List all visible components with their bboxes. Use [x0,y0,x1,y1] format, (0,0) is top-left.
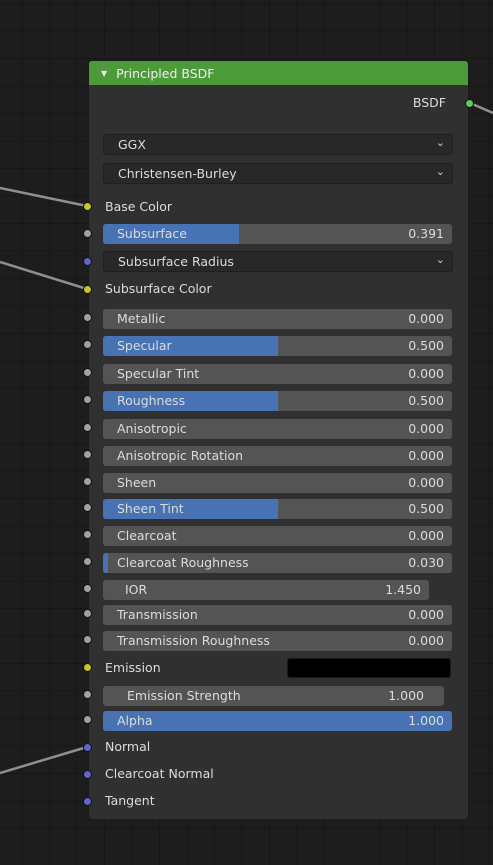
sheen-slider[interactable]: Sheen 0.000 [103,473,452,493]
slider-label: Specular [117,338,172,353]
node-header[interactable]: ▼ Principled BSDF [89,61,468,85]
chevron-down-icon: ⌄ [435,253,445,266]
slider-value: 0.000 [408,311,444,326]
wire-subsurface-color [0,260,88,291]
transmission-socket[interactable] [83,609,92,618]
ior-socket[interactable] [83,584,92,593]
slider-fill [103,553,109,573]
subsurface-color-socket[interactable] [83,285,92,294]
slider-value: 0.391 [408,226,444,241]
clearcoat-normal-label: Clearcoat Normal [105,766,214,781]
slider-value: 0.500 [408,501,444,516]
subsurface-socket[interactable] [83,229,92,238]
roughness-socket[interactable] [83,395,92,404]
anisotropic-slider[interactable]: Anisotropic 0.000 [103,419,452,439]
transmission-roughness-socket[interactable] [83,635,92,644]
chevron-down-icon: ⌄ [435,136,445,149]
wire-base-color [0,186,88,208]
anisotropic-rotation-slider[interactable]: Anisotropic Rotation 0.000 [103,446,452,466]
subsurface-slider[interactable]: Subsurface 0.391 [103,224,452,244]
wire-normal [0,745,88,775]
sheen-tint-slider[interactable]: Sheen Tint 0.500 [103,499,452,519]
slider-label: Clearcoat Roughness [117,555,249,570]
specular-slider[interactable]: Specular 0.500 [103,336,452,356]
distribution-dropdown[interactable]: GGX ⌄ [103,134,453,155]
specular-tint-slider[interactable]: Specular Tint 0.000 [103,364,452,384]
transmission-roughness-slider[interactable]: Transmission Roughness 0.000 [103,631,452,651]
slider-label: Metallic [117,311,166,326]
subsurface-method-dropdown[interactable]: Christensen-Burley ⌄ [103,163,453,184]
slider-label: Anisotropic [117,421,187,436]
anisotropic-rotation-socket[interactable] [83,450,92,459]
anisotropic-socket[interactable] [83,423,92,432]
slider-value: 0.000 [408,366,444,381]
bsdf-output-socket[interactable] [465,99,474,108]
subsurface-color-label: Subsurface Color [105,281,212,296]
emission-strength-socket[interactable] [83,690,92,699]
subsurface-radius-label: Subsurface Radius [118,254,234,269]
slider-label: Subsurface [117,226,187,241]
field-label: Emission Strength [127,688,241,703]
slider-label: Specular Tint [117,366,200,381]
tangent-label: Tangent [105,793,155,808]
slider-value: 0.000 [408,448,444,463]
slider-label: Clearcoat [117,528,177,543]
clearcoat-socket[interactable] [83,530,92,539]
specular-tint-socket[interactable] [83,368,92,377]
clearcoat-slider[interactable]: Clearcoat 0.000 [103,526,452,546]
distribution-value: GGX [118,137,146,152]
alpha-slider[interactable]: Alpha 1.000 [103,711,452,731]
metallic-slider[interactable]: Metallic 0.000 [103,309,452,329]
transmission-slider[interactable]: Transmission 0.000 [103,605,452,625]
slider-label: Sheen [117,475,157,490]
emission-strength-field[interactable]: Emission Strength 1.000 [103,686,444,706]
slider-label: Transmission [117,607,198,622]
subsurface-method-value: Christensen-Burley [118,166,237,181]
slider-value: 0.000 [408,607,444,622]
emission-color-swatch[interactable] [287,658,451,678]
clearcoat-normal-socket[interactable] [83,770,92,779]
slider-value: 1.000 [408,713,444,728]
metallic-socket[interactable] [83,313,92,322]
ior-field[interactable]: IOR 1.450 [103,580,429,600]
subsurface-radius-socket[interactable] [83,257,92,266]
sheen-tint-socket[interactable] [83,503,92,512]
normal-socket[interactable] [83,743,92,752]
specular-socket[interactable] [83,340,92,349]
field-value: 1.000 [388,688,424,703]
field-value: 1.450 [385,582,421,597]
alpha-socket[interactable] [83,715,92,724]
principled-bsdf-node[interactable]: ▼ Principled BSDF BSDF GGX ⌄ Christensen… [88,60,469,820]
emission-socket[interactable] [83,663,92,672]
slider-label: Roughness [117,393,186,408]
node-title: Principled BSDF [116,65,215,81]
slider-value: 0.000 [408,528,444,543]
slider-label: Transmission Roughness [117,633,270,648]
tangent-socket[interactable] [83,797,92,806]
slider-value: 0.000 [408,633,444,648]
slider-fill [103,711,452,731]
slider-value: 0.000 [408,475,444,490]
slider-label: Sheen Tint [117,501,184,516]
sheen-socket[interactable] [83,477,92,486]
slider-label: Alpha [117,713,153,728]
clearcoat-roughness-slider[interactable]: Clearcoat Roughness 0.030 [103,553,452,573]
base-color-label: Base Color [105,199,173,214]
slider-value: 0.000 [408,421,444,436]
clearcoat-roughness-socket[interactable] [83,557,92,566]
subsurface-radius-dropdown[interactable]: Subsurface Radius ⌄ [103,251,453,272]
emission-label: Emission [105,660,161,675]
slider-value: 0.500 [408,338,444,353]
base-color-socket[interactable] [83,202,92,211]
slider-value: 0.030 [408,555,444,570]
normal-label: Normal [105,739,151,754]
bsdf-output-label: BSDF [412,95,446,110]
triangle-down-icon[interactable]: ▼ [101,69,107,78]
chevron-down-icon: ⌄ [435,165,445,178]
slider-value: 0.500 [408,393,444,408]
field-label: IOR [125,582,148,597]
slider-label: Anisotropic Rotation [117,448,244,463]
roughness-slider[interactable]: Roughness 0.500 [103,391,452,411]
